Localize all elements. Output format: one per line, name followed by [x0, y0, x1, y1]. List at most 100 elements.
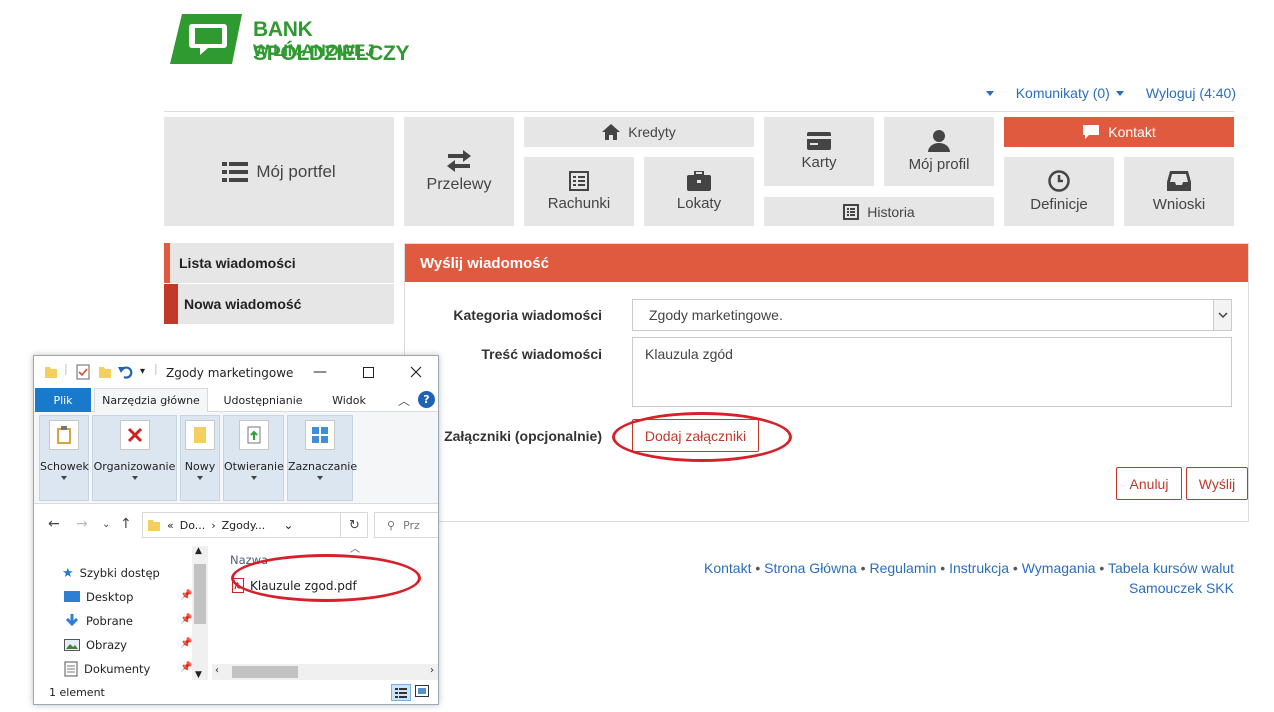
category-select[interactable]: Zgody marketingowe. [632, 299, 1232, 331]
tile-transfers[interactable]: Przelewy [404, 117, 514, 226]
scroll-up-icon[interactable]: ▲ [195, 546, 202, 556]
scroll-left-icon[interactable]: ‹ [215, 665, 219, 676]
new-folder-icon[interactable] [98, 365, 112, 379]
breadcrumb-part-1[interactable]: Do... [180, 519, 206, 532]
ledger-icon [569, 171, 589, 191]
footer-link-manual[interactable]: Instrukcja [949, 560, 1009, 576]
chevron-down-icon[interactable]: ⌄ [283, 518, 293, 532]
tab-view[interactable]: Widok [322, 388, 376, 412]
recent-locations-icon[interactable]: ⌄ [102, 519, 110, 530]
tile-profile[interactable]: Mój profil [884, 117, 994, 186]
tile-accounts[interactable]: Rachunki [524, 157, 634, 226]
group-organize[interactable]: Organizowanie [92, 415, 177, 501]
logout-link[interactable]: Wyloguj (4:40) [1146, 85, 1236, 101]
column-header-name[interactable]: Nazwa [230, 553, 268, 567]
footer-link-tutorial[interactable]: Samouczek SKK [1129, 580, 1234, 596]
file-item[interactable]: Klauzule zgod.pdf [232, 578, 357, 593]
footer-links: Kontakt • Strona Główna • Regulamin • In… [704, 560, 1234, 596]
footer-link-requirements[interactable]: Wymagania [1022, 560, 1096, 576]
refresh-icon[interactable]: ↻ [340, 512, 368, 538]
tile-portfolio[interactable]: Mój portfel [164, 117, 394, 226]
messages-link[interactable]: Komunikaty (0) [1016, 85, 1124, 101]
forward-arrow-icon[interactable]: → [76, 516, 88, 532]
collapse-ribbon-icon[interactable]: ︿ [398, 392, 410, 409]
cancel-button[interactable]: Anuluj [1116, 467, 1182, 500]
tile-definitions[interactable]: Definicje [1004, 157, 1114, 226]
breadcrumb-separator: › [211, 518, 216, 532]
close-icon[interactable] [406, 362, 426, 382]
scroll-right-icon[interactable]: › [430, 665, 434, 676]
messages-label: Komunikaty (0) [1015, 85, 1110, 101]
details-view-icon[interactable] [391, 684, 411, 701]
pin-icon[interactable]: 📌 [180, 590, 192, 601]
tile-profile-label: Mój profil [908, 156, 970, 173]
content-textarea[interactable]: Klauzula zgód [632, 337, 1232, 407]
back-arrow-icon[interactable]: ← [48, 516, 60, 532]
credit-card-icon [807, 132, 831, 150]
sidebar-item-message-list[interactable]: Lista wiadomości [164, 243, 394, 283]
group-new[interactable]: Nowy [180, 415, 220, 501]
footer-link-rates[interactable]: Tabela kursów walut [1108, 560, 1234, 576]
group-select[interactable]: Zaznaczanie [287, 415, 357, 501]
breadcrumb-part-2[interactable]: Zgody... [222, 519, 266, 532]
scroll-thumb[interactable] [232, 666, 298, 678]
tile-contact[interactable]: Kontakt [1004, 117, 1234, 147]
scroll-thumb[interactable] [194, 564, 206, 624]
chevron-down-icon [61, 476, 67, 480]
tile-history[interactable]: Historia [764, 197, 994, 226]
tab-file[interactable]: Plik [35, 388, 91, 412]
scroll-down-icon[interactable]: ▼ [195, 670, 202, 680]
file-name: Klauzule zgod.pdf [250, 578, 357, 593]
navigation-pane: ★ Szybki dostęp Desktop 📌 Pobrane 📌 Obra… [34, 546, 210, 681]
tile-applications-label: Wnioski [1152, 196, 1206, 213]
properties-icon[interactable] [76, 364, 90, 380]
category-value: Zgody marketingowe. [649, 307, 783, 323]
sort-up-icon[interactable]: ︿ [350, 540, 360, 555]
tile-cards[interactable]: Karty [764, 117, 874, 186]
horizontal-scrollbar[interactable]: ‹ › [212, 664, 438, 680]
tile-accounts-label: Rachunki [547, 195, 611, 212]
minimize-icon[interactable]: — [310, 362, 330, 382]
sidebar-item-label: Nowa wiadomość [184, 296, 302, 312]
group-clipboard[interactable]: Schowek [39, 415, 89, 501]
sidebar-item-new-message[interactable]: Nowa wiadomość [164, 284, 394, 324]
group-open[interactable]: Otwieranie [223, 415, 284, 501]
maximize-icon[interactable] [358, 362, 378, 382]
pin-icon[interactable]: 📌 [180, 638, 192, 649]
breadcrumb-overflow[interactable]: « [167, 519, 174, 532]
tab-home[interactable]: Narzędzia główne [94, 388, 208, 412]
search-placeholder: Prz [403, 518, 420, 532]
chat-bubble-icon [1083, 125, 1100, 139]
nav-scrollbar[interactable]: ▲ ▼ [192, 546, 208, 680]
footer-link-terms[interactable]: Regulamin [869, 560, 936, 576]
up-arrow-icon[interactable]: ↑ [120, 516, 132, 532]
large-icons-view-icon[interactable] [415, 685, 429, 700]
footer-link-contact[interactable]: Kontakt [704, 560, 751, 576]
help-icon[interactable]: ? [418, 391, 435, 408]
tab-share[interactable]: Udostępnianie [218, 388, 308, 412]
ribbon-tabs: Plik Narzędzia główne Udostępnianie Wido… [34, 388, 438, 412]
nav-quick-access[interactable]: ★ Szybki dostęp [62, 564, 202, 582]
add-attachments-button[interactable]: Dodaj załączniki [632, 419, 759, 452]
bank-logo[interactable]: BANK SPÓŁDZIELCZY W LIMANOWEJ [170, 14, 470, 66]
explorer-titlebar[interactable]: | ▾ | Zgody marketingowe — [34, 356, 438, 388]
chevron-down-icon [197, 476, 203, 480]
pin-icon[interactable]: 📌 [180, 662, 192, 673]
sidebar-marker [164, 243, 170, 283]
pin-icon[interactable]: 📌 [180, 614, 192, 625]
footer-link-home[interactable]: Strona Główna [764, 560, 857, 576]
tile-credits[interactable]: Kredyty [524, 117, 754, 147]
documents-icon [64, 661, 78, 677]
ribbon: Schowek Organizowanie Nowy Otwieranie Za… [34, 412, 438, 504]
inbox-tray-icon [1167, 171, 1191, 191]
quick-access-dropdown-icon[interactable]: ▾ [140, 366, 145, 377]
tile-deposits[interactable]: Lokaty [644, 157, 754, 226]
file-explorer-window[interactable]: | ▾ | Zgody marketingowe — Plik Narzędzi… [33, 355, 439, 705]
undo-icon[interactable] [118, 364, 134, 380]
tile-applications[interactable]: Wnioski [1124, 157, 1234, 226]
folder-icon [45, 367, 57, 378]
search-input[interactable]: ⚲ Prz [374, 512, 438, 538]
dropdown-toggle[interactable] [985, 90, 994, 96]
address-bar[interactable]: « Do... › Zgody... ⌄ [142, 512, 368, 538]
send-button[interactable]: Wyślij [1186, 467, 1248, 500]
